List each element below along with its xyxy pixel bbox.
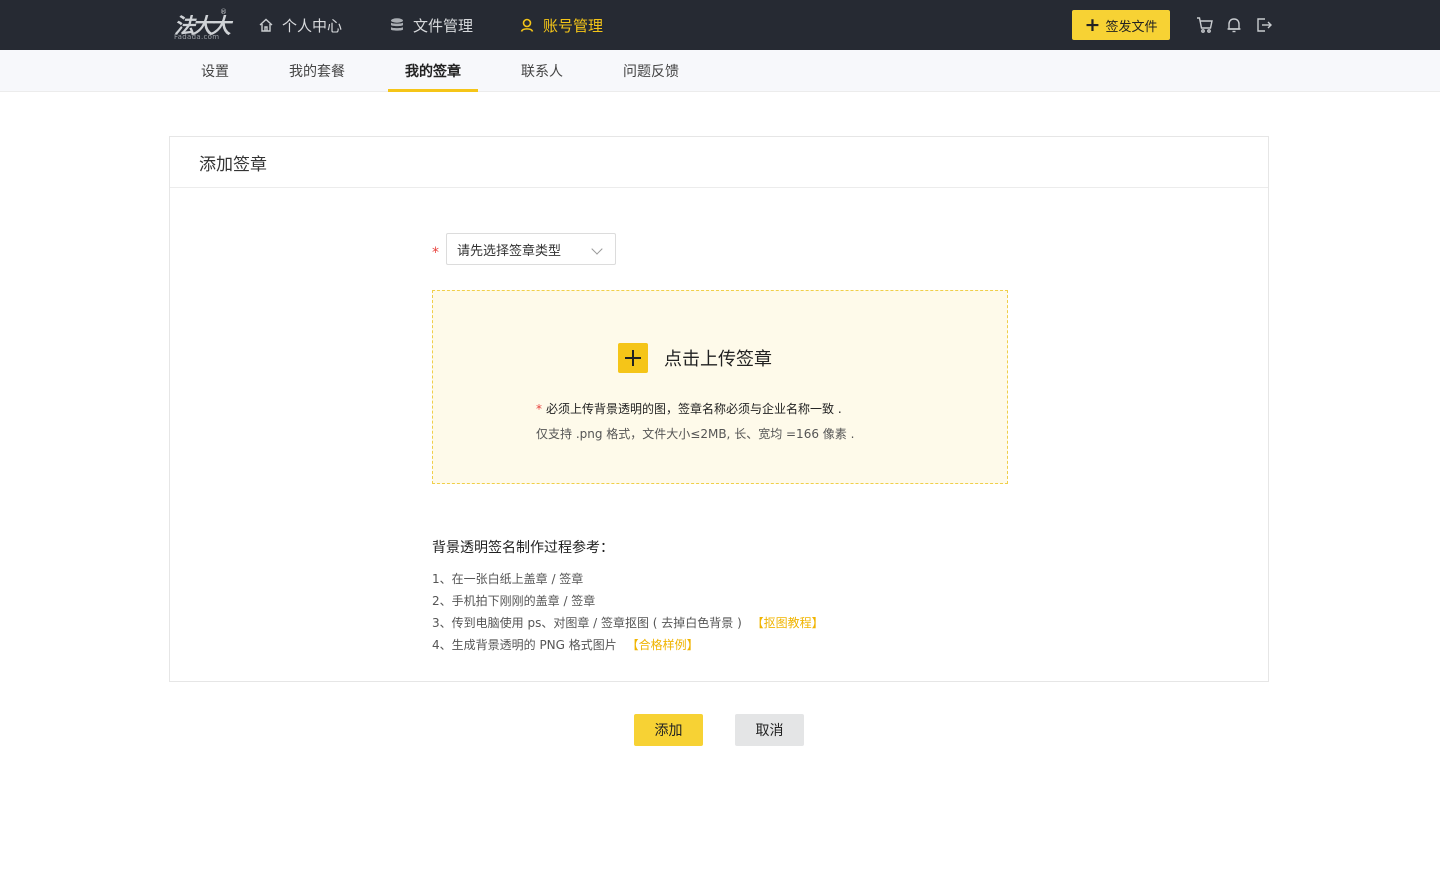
add-seal-card: 添加签章 * 请先选择签章类型 点击上传签章 * 必须上传背景透明的图，签章名称必… (169, 136, 1269, 682)
upload-format-note: 仅支持 .png 格式，文件大小≤2MB, 长、宽均 =166 像素 . (536, 427, 855, 441)
tab-feedback[interactable]: 问题反馈 (606, 50, 696, 91)
step-text: 4、生成背景透明的 PNG 格式图片 (432, 638, 617, 652)
tab-my-plan[interactable]: 我的套餐 (272, 50, 362, 91)
top-navbar: 法大大 ® Fadada.com 个人中心 文件管理 账号管理 + 签发文件 (0, 0, 1440, 50)
nav-label: 账号管理 (543, 16, 604, 35)
guide-title: 背景透明签名制作过程参考： (432, 540, 614, 556)
tab-my-seals[interactable]: 我的签章 (388, 50, 478, 92)
sample-link[interactable]: 【合格样例】 (627, 638, 699, 652)
nav-file-management[interactable]: 文件管理 (389, 0, 473, 50)
seal-type-select[interactable]: 请先选择签章类型 (446, 233, 616, 265)
guide-step-4: 4、生成背景透明的 PNG 格式图片 【合格样例】 (432, 636, 699, 653)
plus-icon: + (1084, 13, 1101, 36)
required-mark: * (536, 402, 542, 416)
guide-step-2: 2、手机拍下刚刚的盖章 / 签章 (432, 594, 596, 608)
upload-requirement-note: * 必须上传背景透明的图，签章名称必须与企业名称一致 . (536, 400, 842, 417)
note-text: 必须上传背景透明的图，签章名称必须与企业名称一致 . (546, 402, 842, 416)
required-mark: * (432, 245, 439, 261)
cancel-button[interactable]: 取消 (735, 714, 804, 746)
chevron-down-icon (591, 243, 603, 255)
publish-label: 签发文件 (1105, 19, 1158, 35)
tutorial-link[interactable]: 【抠图教程】 (752, 616, 824, 630)
publish-document-button[interactable]: + 签发文件 (1072, 10, 1170, 40)
user-icon (520, 18, 534, 32)
plus-icon (618, 343, 648, 373)
tab-settings[interactable]: 设置 (188, 50, 242, 91)
logout-icon[interactable] (1255, 16, 1273, 34)
tab-contacts[interactable]: 联系人 (504, 50, 580, 91)
guide-step-3: 3、传到电脑使用 ps、对图章 / 签章抠图 ( 去掉白色背景 ) 【抠图教程】 (432, 614, 824, 631)
tab-label: 我的签章 (405, 63, 461, 80)
select-placeholder: 请先选择签章类型 (457, 243, 562, 259)
step-text: 3、传到电脑使用 ps、对图章 / 签章抠图 ( 去掉白色背景 ) (432, 616, 742, 630)
tab-label: 设置 (201, 63, 229, 80)
nav-account-management[interactable]: 账号管理 (519, 0, 603, 50)
tab-label: 我的套餐 (289, 63, 345, 80)
tab-label: 联系人 (521, 63, 563, 80)
guide-step-1: 1、在一张白纸上盖章 / 签章 (432, 572, 584, 586)
tab-label: 问题反馈 (623, 63, 679, 80)
card-title: 添加签章 (170, 137, 1268, 188)
logo-domain: Fadada.com (174, 33, 220, 41)
upload-label: 点击上传签章 (664, 349, 772, 370)
nav-label: 个人中心 (282, 16, 343, 35)
cart-icon[interactable] (1196, 16, 1214, 34)
home-icon (259, 18, 273, 32)
brand-logo[interactable]: 法大大 ® Fadada.com (174, 8, 231, 42)
logo-registered-mark: ® (220, 8, 227, 16)
add-button[interactable]: 添加 (634, 714, 703, 746)
nav-personal-center[interactable]: 个人中心 (258, 0, 342, 50)
bell-icon[interactable] (1225, 16, 1243, 34)
sub-navbar: 设置 我的套餐 我的签章 联系人 问题反馈 (0, 50, 1440, 92)
seal-upload-zone[interactable]: 点击上传签章 * 必须上传背景透明的图，签章名称必须与企业名称一致 . 仅支持 .… (432, 290, 1008, 484)
nav-label: 文件管理 (413, 16, 474, 35)
database-icon (391, 18, 403, 31)
